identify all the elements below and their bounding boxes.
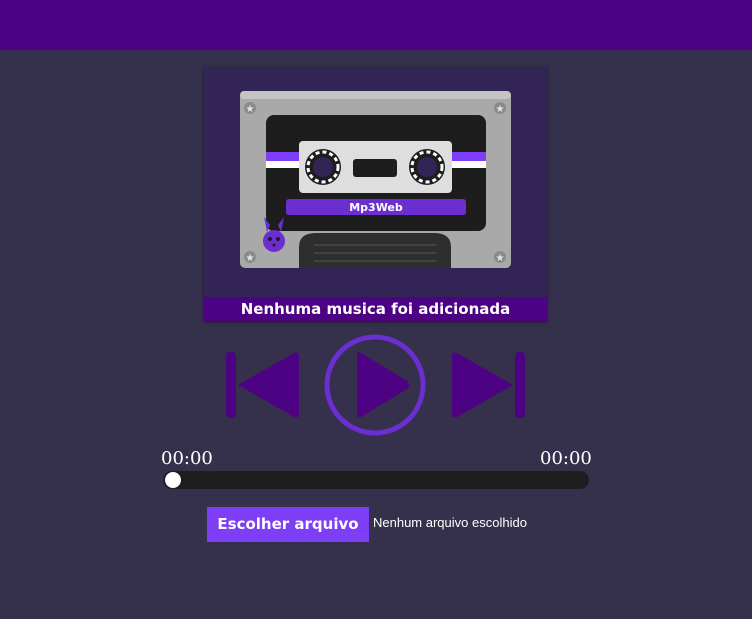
svg-text:★: ★ bbox=[246, 253, 255, 264]
song-title: Nenhuma musica foi adicionada bbox=[204, 297, 547, 321]
svg-text:★: ★ bbox=[246, 104, 255, 115]
album-art-card: ★ ★ ★ ★ Mp3Web Nenhuma musica foi adicio… bbox=[204, 67, 547, 321]
cassette-illustration: ★ ★ ★ ★ Mp3Web bbox=[240, 91, 511, 268]
file-status-text: Nenhum arquivo escolhido bbox=[373, 515, 527, 530]
svg-text:★: ★ bbox=[496, 104, 505, 115]
progress-slider[interactable] bbox=[163, 471, 589, 489]
screw-icon: ★ bbox=[494, 251, 506, 264]
skip-previous-icon bbox=[226, 352, 299, 418]
screw-icon: ★ bbox=[244, 102, 256, 115]
total-time: 00:00 bbox=[540, 448, 592, 469]
cassette-label: Mp3Web bbox=[349, 201, 403, 214]
choose-file-button[interactable]: Escolher arquivo bbox=[207, 507, 369, 542]
play-button[interactable] bbox=[323, 333, 427, 437]
left-reel-icon bbox=[305, 149, 341, 185]
current-time: 00:00 bbox=[161, 448, 213, 469]
next-button[interactable] bbox=[451, 351, 525, 419]
skip-next-icon bbox=[452, 352, 525, 418]
right-reel-icon bbox=[409, 149, 445, 185]
progress-thumb[interactable] bbox=[165, 472, 181, 488]
svg-text:★: ★ bbox=[496, 253, 505, 264]
play-icon bbox=[324, 334, 426, 436]
screw-icon: ★ bbox=[494, 102, 506, 115]
screw-icon: ★ bbox=[244, 251, 256, 264]
top-bar bbox=[0, 0, 752, 50]
previous-button[interactable] bbox=[226, 351, 300, 419]
